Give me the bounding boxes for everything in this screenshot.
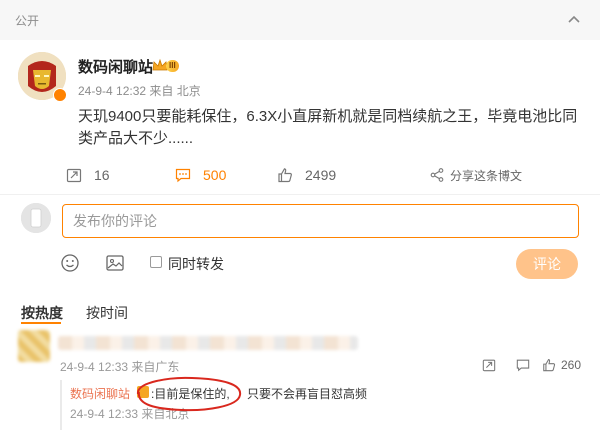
post-actions: 16 500 2499 分享这条博文	[0, 160, 600, 190]
repost-icon	[66, 168, 82, 183]
member-level-badge: III	[166, 60, 179, 72]
share-button[interactable]: 分享这条博文	[430, 165, 522, 185]
repost-button[interactable]: 16	[66, 165, 110, 185]
emoji-icon[interactable]	[60, 253, 80, 273]
submit-comment-button[interactable]: 评论	[516, 249, 578, 279]
author-name[interactable]: 数码闲聊站	[78, 56, 153, 77]
commenter-avatar[interactable]	[18, 330, 50, 362]
forward-checkbox[interactable]	[150, 256, 162, 268]
visibility-label: 公开	[15, 14, 40, 28]
reply-text-continued: 只要不会再盲目怼高频	[247, 387, 368, 401]
post-meta: 24-9-4 12:32 来自 北京	[78, 84, 201, 98]
comment-like-button[interactable]: 260	[542, 357, 581, 373]
divider	[0, 194, 600, 195]
share-label: 分享这条博文	[450, 168, 523, 183]
like-button[interactable]: 2499	[277, 165, 336, 185]
image-icon[interactable]	[105, 253, 125, 273]
post-text: 天玑9400只要能耗保住，6.3X小直屏新机就是同档续航之王，毕竟电池比同类产品…	[78, 108, 578, 147]
verified-icon	[53, 88, 67, 102]
tab-sort-time[interactable]: 按时间	[86, 303, 128, 323]
repost-count: 16	[94, 167, 110, 183]
post-header-bar: 公开	[0, 0, 600, 40]
comment-button[interactable]: 500	[175, 165, 226, 185]
reply-author[interactable]: 数码闲聊站	[70, 385, 130, 402]
like-icon	[278, 168, 292, 183]
active-tab-indicator	[21, 322, 61, 324]
current-user-avatar	[21, 203, 51, 233]
comment-like-count: 260	[561, 358, 582, 372]
like-count: 2499	[305, 167, 337, 183]
comment-meta: 24-9-4 12:33 来自广东	[60, 360, 180, 374]
redacted-comment-content	[58, 336, 358, 350]
chevron-up-icon[interactable]	[566, 12, 582, 28]
comment-share-button[interactable]	[482, 357, 496, 373]
reply-thread-line	[60, 380, 62, 430]
tab-sort-hot[interactable]: 按热度	[21, 303, 63, 323]
like-icon	[543, 359, 556, 372]
repost-icon	[482, 359, 496, 372]
comment-input[interactable]	[62, 204, 579, 238]
comment-reply-button[interactable]	[516, 357, 530, 373]
comment-count: 500	[203, 167, 227, 183]
comment-icon	[175, 168, 191, 183]
forward-label: 同时转发	[168, 256, 224, 272]
highlight-annotation	[137, 376, 242, 412]
comment-icon	[516, 359, 530, 372]
share-icon	[430, 168, 444, 182]
